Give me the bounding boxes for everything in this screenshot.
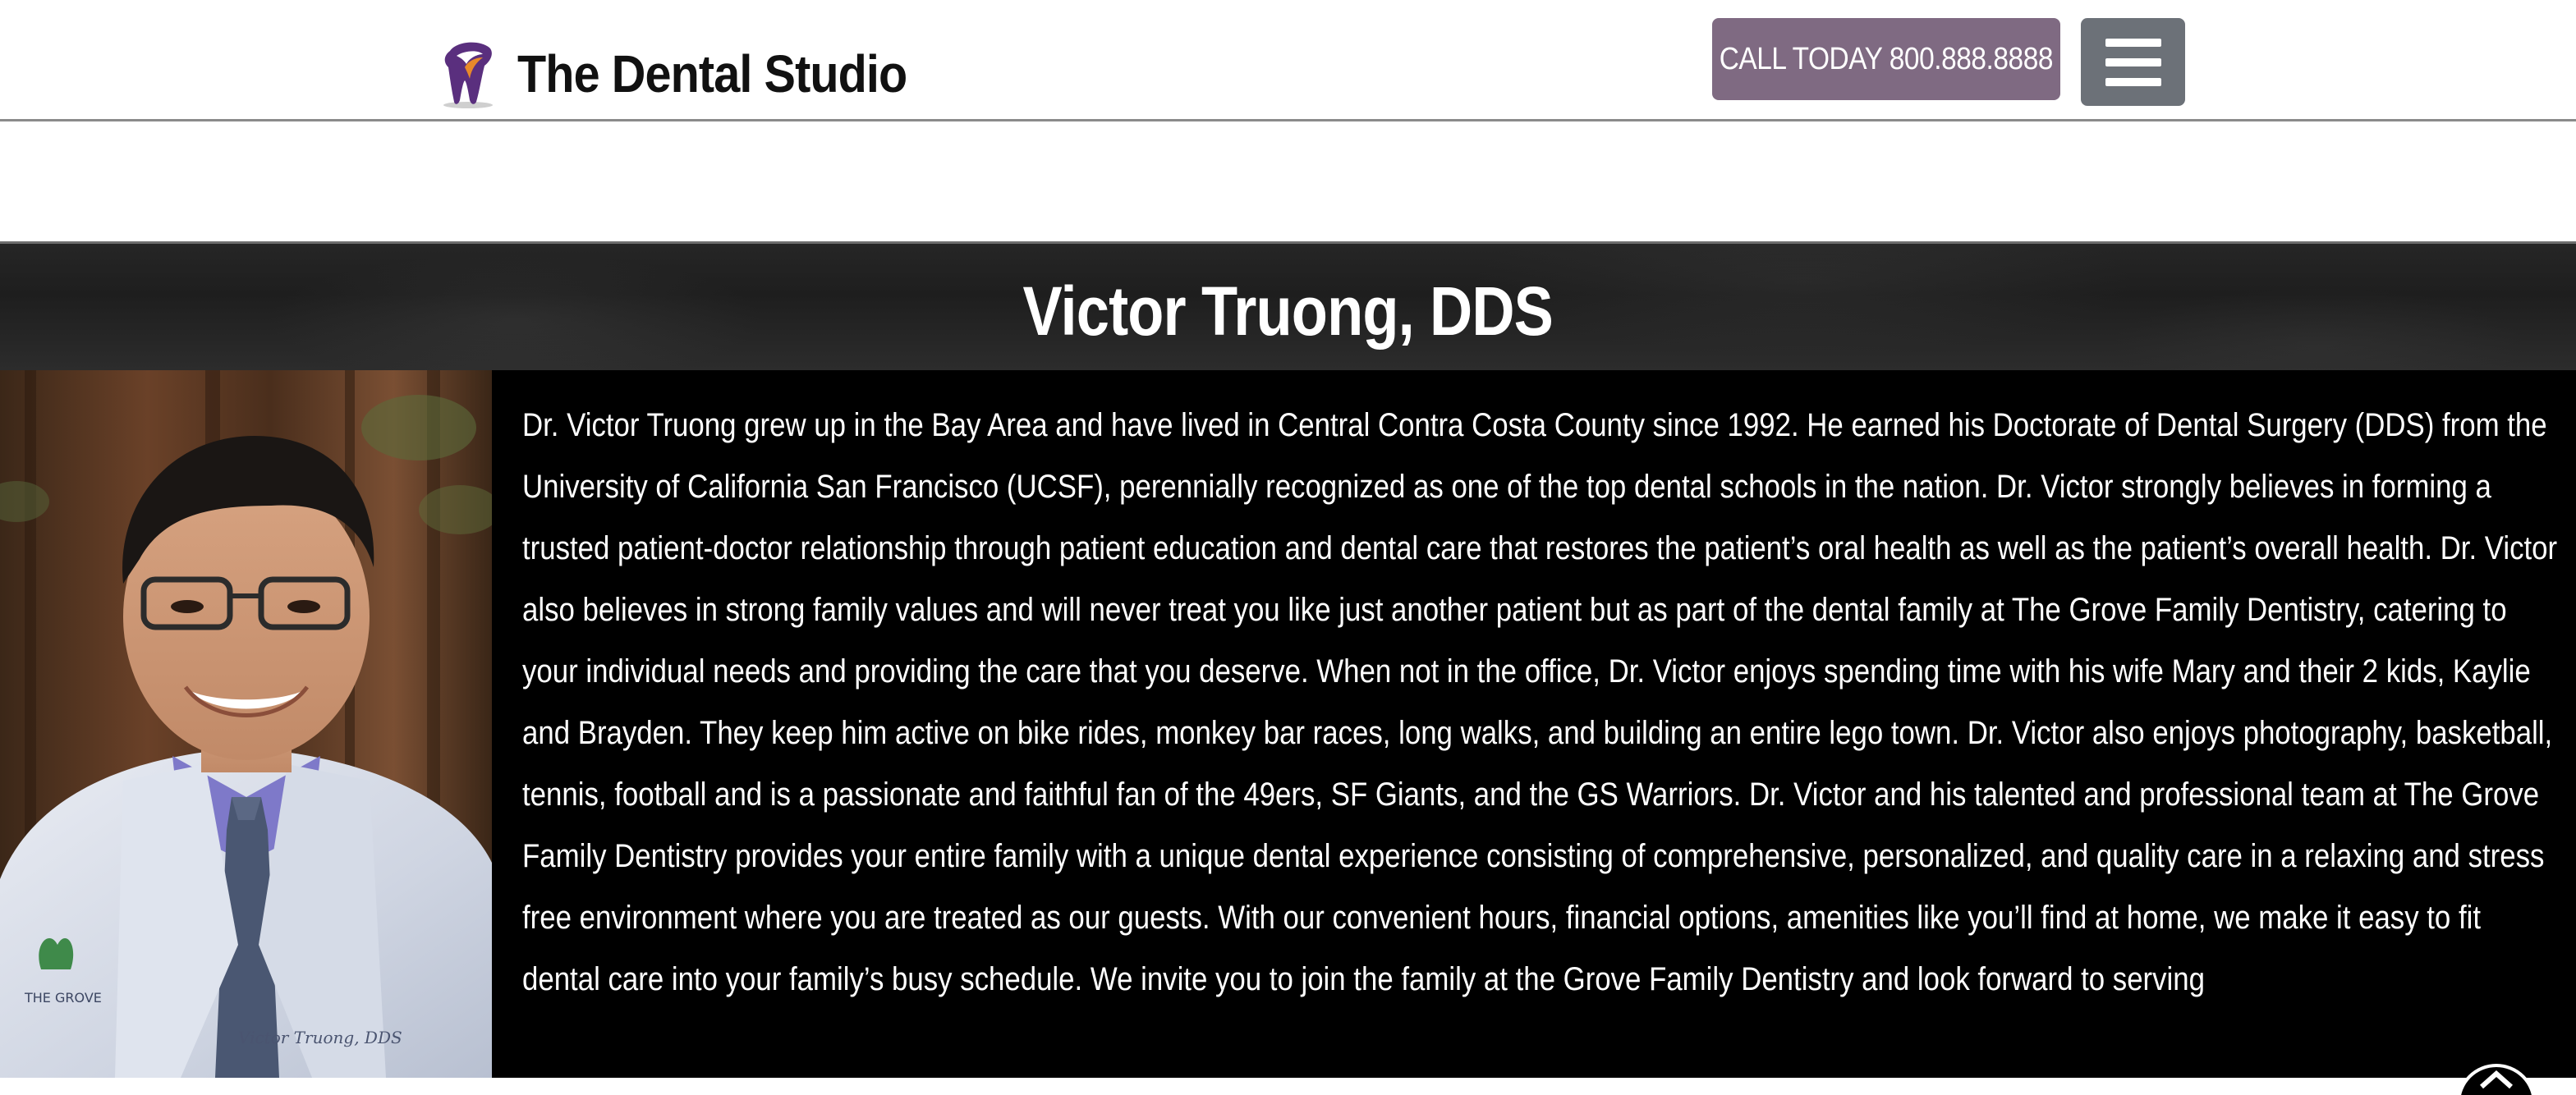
doctor-portrait: Victor Truong, DDS THE GROVE	[0, 370, 492, 1078]
doctor-bio: Dr. Victor Truong grew up in the Bay Are…	[522, 395, 2567, 1010]
menu-button[interactable]	[2081, 18, 2185, 106]
page-title: Victor Truong, DDS	[1022, 273, 1554, 350]
brand-name: The Dental Studio	[517, 44, 907, 103]
site-logo[interactable]: The Dental Studio	[432, 36, 950, 112]
hamburger-menu-icon	[2105, 38, 2161, 47]
title-banner: Victor Truong, DDS	[0, 241, 2576, 370]
doctor-bio-section: Victor Truong, DDS THE GROVE Dr. Victor …	[0, 370, 2576, 1078]
scroll-to-top-button[interactable]	[2455, 1062, 2537, 1095]
bio-paragraph: Dr. Victor Truong grew up in the Bay Are…	[522, 407, 2558, 997]
coat-embroidery: Victor Truong, DDS	[238, 1028, 402, 1047]
badge-text: THE GROVE	[24, 990, 102, 1006]
call-today-label: CALL TODAY 800.888.8888	[1719, 41, 2054, 76]
tooth-logo-icon	[443, 42, 493, 108]
site-header: The Dental Studio CALL TODAY 800.888.888…	[0, 0, 2576, 121]
doctor-photo: Victor Truong, DDS THE GROVE	[0, 370, 492, 1078]
chevron-up-icon	[2458, 1064, 2535, 1095]
call-today-button[interactable]: CALL TODAY 800.888.8888	[1712, 18, 2060, 100]
